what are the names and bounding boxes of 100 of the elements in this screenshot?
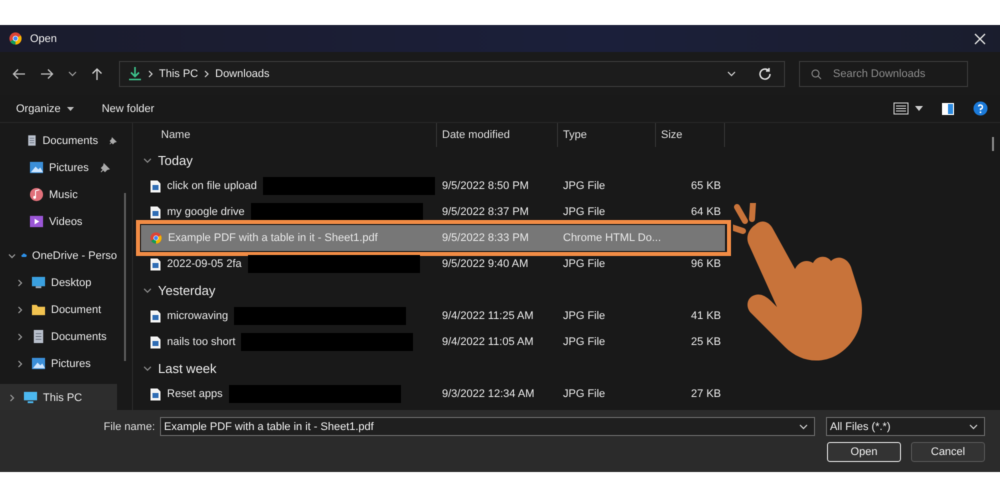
sidebar-item[interactable]: Documents — [0, 323, 117, 350]
documents-icon — [31, 329, 46, 344]
close-icon[interactable] — [974, 32, 986, 44]
documents-icon — [26, 133, 38, 148]
type-cell-text: JPG File — [562, 206, 606, 218]
browser-logo-icon — [9, 32, 22, 45]
chevron-icon — [143, 286, 152, 294]
image-file-icon — [150, 310, 161, 322]
image-file-icon — [150, 388, 161, 400]
search-icon — [811, 68, 822, 80]
image-file-icon — [150, 206, 161, 218]
chevron-icon — [143, 364, 152, 372]
dropdown-caret-icon — [969, 424, 978, 430]
group-header[interactable]: Last week — [137, 355, 343, 381]
column-header[interactable]: Date modified — [437, 123, 558, 147]
type-cell-text: JPG File — [562, 310, 606, 322]
file-row[interactable]: my google drive 9/5/2022 8:37 PM JPG File 64 KB — [141, 199, 725, 225]
date-cell-text: 9/4/2022 11:25 AM — [441, 310, 535, 322]
sidebar-item[interactable]: This PC — [0, 384, 117, 410]
type-cell-text: JPG File — [562, 388, 606, 400]
size-cell: 65 KB — [691, 180, 721, 192]
sidebar-item[interactable]: Pictures — [0, 154, 117, 181]
organize-menu-button[interactable]: Organize — [10, 100, 80, 116]
image-file-icon — [150, 258, 161, 270]
pc-icon — [23, 390, 38, 405]
address-bar[interactable]: This PC Downloads — [119, 60, 785, 86]
size-cell: 41 KB — [691, 310, 721, 322]
date-cell-text: 9/5/2022 8:37 PM — [441, 206, 530, 218]
group-header[interactable]: Yesterday — [137, 277, 343, 303]
folder-icon — [31, 302, 46, 317]
sidebar-item[interactable]: Document — [0, 296, 117, 323]
collapsed-chevron-icon[interactable] — [16, 360, 24, 368]
size-cell: 27 KB — [691, 388, 721, 400]
back-arrow-icon[interactable] — [12, 68, 26, 80]
date-cell-text: 9/4/2022 11:05 AM — [441, 336, 535, 348]
file-row[interactable]: Reset apps 9/3/2022 12:34 AM JPG File 27 KB — [141, 381, 725, 407]
desktop-icon — [31, 275, 46, 290]
file-name-field[interactable]: Example PDF with a table in it - Sheet1.pdf — [160, 417, 815, 436]
image-file-icon — [150, 180, 161, 192]
dropdown-caret-icon[interactable] — [727, 70, 736, 76]
expanded-chevron-icon[interactable] — [8, 252, 16, 260]
sidebar-item[interactable]: Documents — [0, 127, 117, 154]
dropdown-caret-icon — [799, 424, 808, 430]
scrollbar[interactable] — [992, 137, 994, 151]
sidebar-item[interactable]: Videos — [0, 208, 117, 235]
up-arrow-icon[interactable] — [91, 66, 103, 80]
sidebar-item[interactable]: Music — [0, 181, 117, 208]
open-button[interactable]: Open — [827, 442, 901, 462]
date-cell-text: 9/5/2022 8:33 PM — [441, 232, 530, 244]
file-row[interactable]: Example PDF with a table in it - Sheet1.pdf 9/5/2022 8:33 PM Chrome HTML Do... — [141, 225, 725, 251]
type-cell-text: JPG File — [562, 258, 606, 270]
pictures-icon — [29, 160, 44, 175]
collapsed-chevron-icon[interactable] — [8, 394, 16, 402]
caret-icon — [66, 106, 74, 111]
file-row[interactable]: microwaving 9/4/2022 11:25 AM JPG File 41 KB — [141, 303, 725, 329]
file-type-dropdown[interactable]: All Files (*.*) — [826, 417, 985, 436]
pictures-icon — [31, 356, 46, 371]
view-list-icon[interactable] — [893, 102, 909, 115]
search-field[interactable]: Search Downloads — [799, 60, 968, 86]
browser-logo-icon — [150, 232, 162, 244]
file-row[interactable]: click on file upload 9/5/2022 8:50 PM JPG File 65 KB — [141, 173, 725, 199]
file-name-label: File name: — [104, 420, 155, 432]
download-icon — [128, 66, 142, 81]
collapsed-chevron-icon[interactable] — [16, 332, 24, 340]
scrollbar[interactable] — [124, 193, 126, 361]
date-cell-text: 9/3/2022 12:34 AM — [441, 388, 536, 400]
date-cell-text: 9/5/2022 9:40 AM — [441, 258, 530, 270]
size-cell: 96 KB — [691, 258, 721, 270]
preview-pane-icon[interactable] — [941, 102, 955, 116]
file-row[interactable]: 2022-09-05 2fa 9/5/2022 9:40 AM JPG File 96 KB — [141, 251, 725, 277]
view-caret-icon[interactable] — [915, 106, 923, 111]
chevron-icon — [143, 156, 152, 164]
chevron-icon — [204, 70, 210, 78]
sidebar-item[interactable]: Pictures — [0, 350, 117, 377]
type-cell-text: JPG File — [562, 180, 606, 192]
group-header[interactable]: Today — [137, 147, 343, 173]
collapsed-chevron-icon[interactable] — [16, 278, 24, 286]
help-icon[interactable] — [973, 101, 988, 116]
recent-locations-caret-icon[interactable] — [68, 70, 77, 76]
music-icon — [29, 187, 44, 202]
breadcrumb[interactable]: This PC — [159, 68, 198, 80]
size-cell: 25 KB — [691, 336, 721, 348]
collapsed-chevron-icon[interactable] — [16, 306, 24, 314]
column-header[interactable]: Size — [656, 123, 725, 147]
image-file-icon — [150, 336, 161, 348]
forward-arrow-icon[interactable] — [40, 68, 54, 80]
size-cell: 64 KB — [691, 206, 721, 218]
videos-icon — [29, 214, 44, 229]
column-header[interactable]: Name — [137, 123, 437, 147]
refresh-icon[interactable] — [758, 66, 772, 80]
sidebar-item[interactable]: Desktop — [0, 269, 117, 296]
date-cell-text: 9/5/2022 8:50 PM — [441, 180, 530, 192]
file-row[interactable]: nails too short 9/4/2022 11:05 AM JPG File 25 KB — [141, 329, 725, 355]
new-folder-button[interactable]: New folder — [96, 100, 160, 116]
breadcrumb[interactable]: Downloads — [215, 68, 270, 80]
type-cell-text: JPG File — [562, 336, 606, 348]
cancel-button[interactable]: Cancel — [911, 442, 985, 462]
sidebar-item[interactable]: OneDrive - Perso — [0, 242, 117, 269]
window-title: Open — [30, 32, 57, 44]
column-header[interactable]: Type — [558, 123, 656, 147]
